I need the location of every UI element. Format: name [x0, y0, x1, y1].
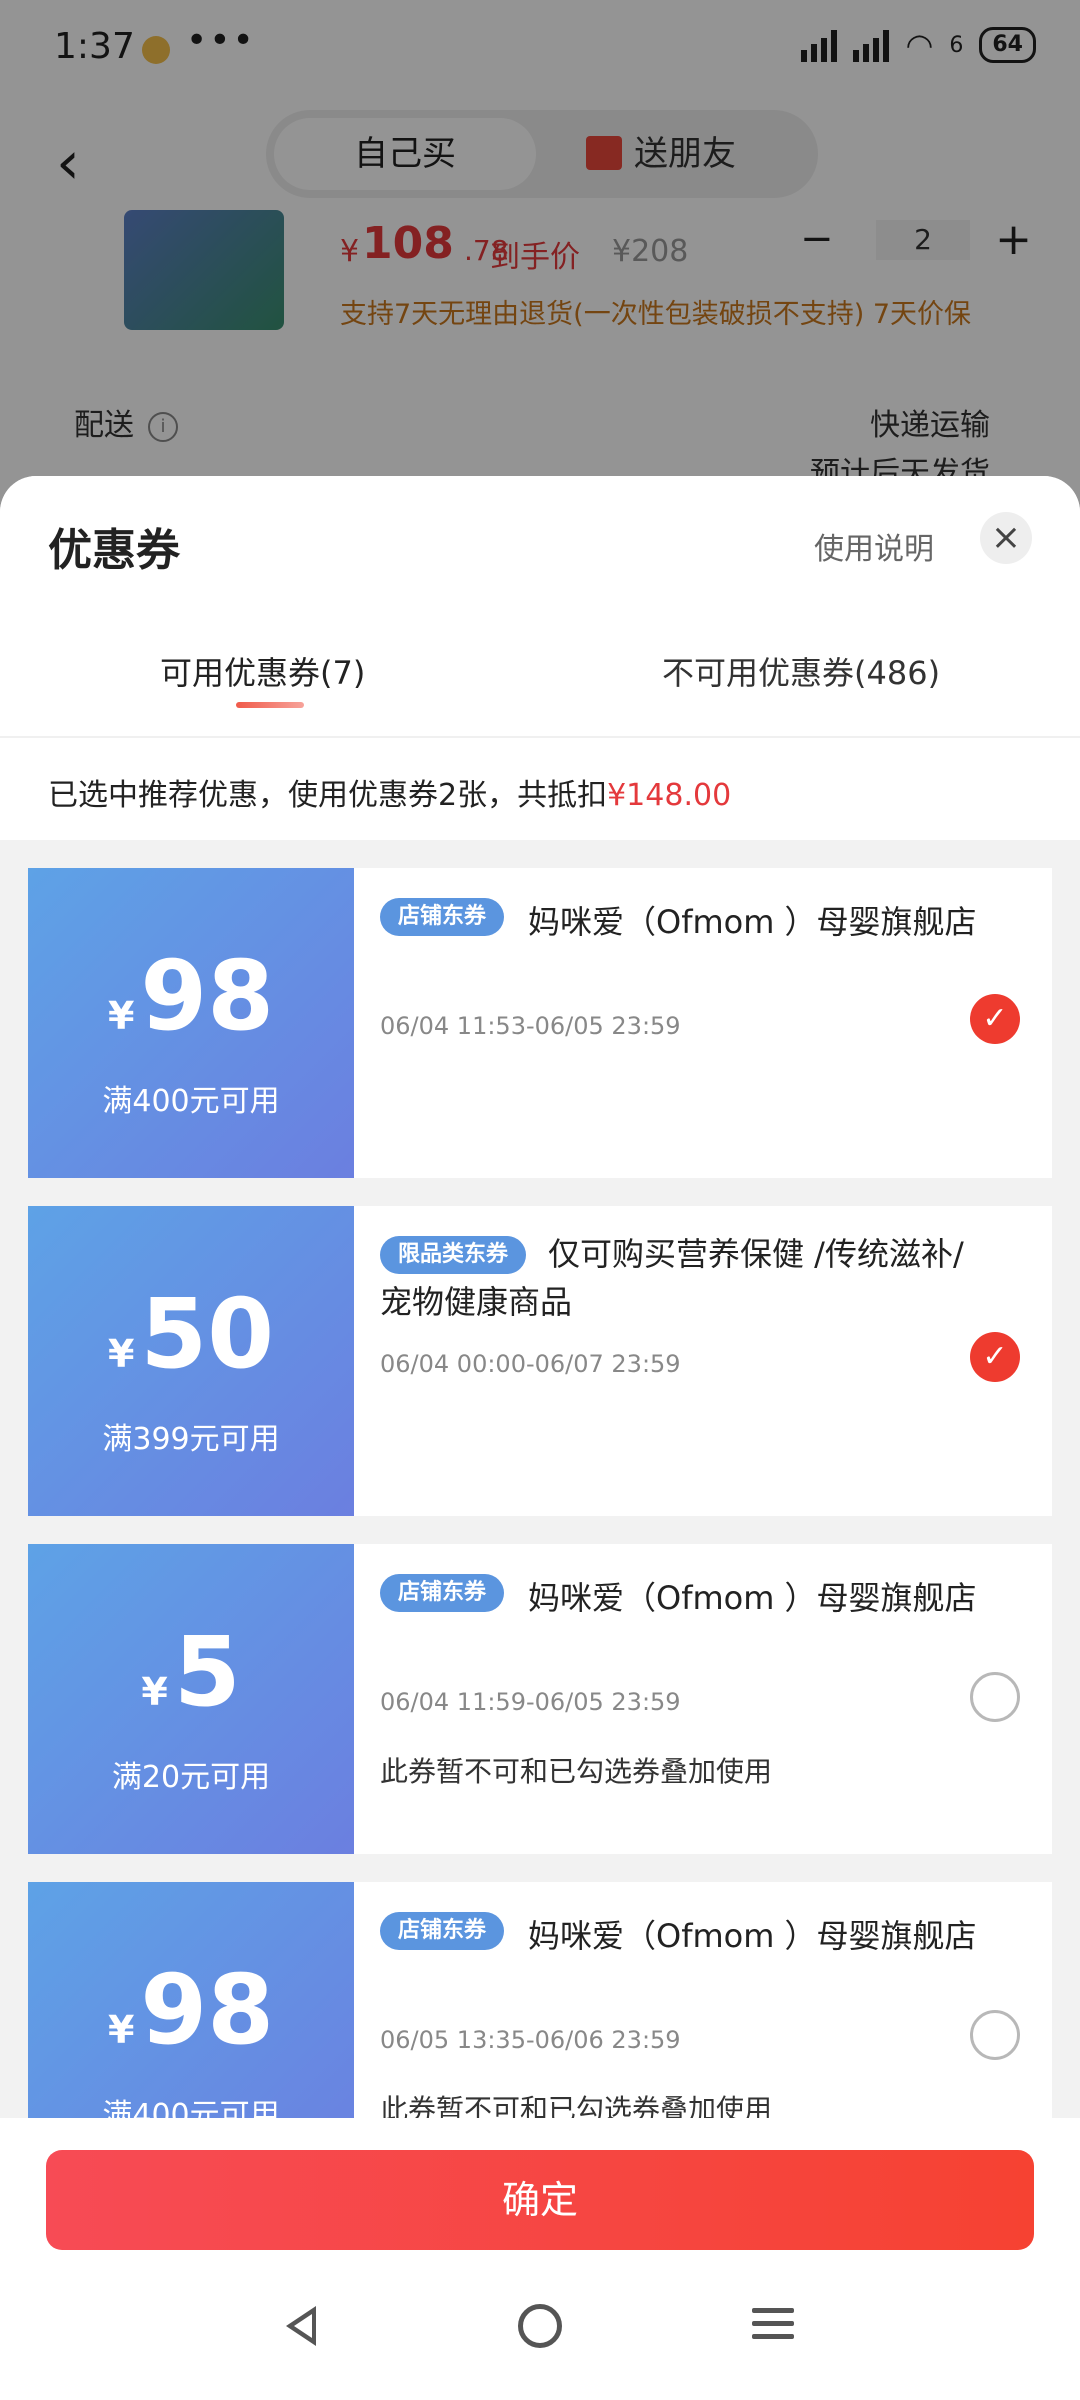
- coupon-amount: ¥5: [28, 1622, 354, 1742]
- coupon-condition: 满20元可用: [111, 1760, 271, 1795]
- summary-text: 已选中推荐优惠，使用优惠券2张，共抵扣: [48, 778, 608, 813]
- coupon-card[interactable]: ¥50 满399元可用 限品类东券 仅可购买营养保健 /传统滋补/宠物健康商品 …: [22, 1206, 1052, 1516]
- confirm-button[interactable]: 确定: [46, 2150, 1034, 2250]
- tab-unavailable-coupons[interactable]: 不可用优惠券(486): [662, 648, 940, 694]
- background-page: 1:37 ••• ◠ 6 64 ‹ 自己买 送朋友 ¥ 108 .78 到手价 …: [0, 0, 1080, 520]
- coupon-amount-value: 98: [140, 1954, 275, 2066]
- checked-icon[interactable]: ✓: [970, 994, 1020, 1044]
- coupon-tag: 店铺东券: [380, 1574, 505, 1612]
- coupon-amount-value: 5: [173, 1616, 241, 1728]
- coupon-currency: ¥: [107, 2008, 135, 2052]
- modal-overlay[interactable]: [0, 0, 1080, 520]
- coupon-validity: 06/05 13:35-06/06 23:59: [380, 2026, 681, 2054]
- coupon-currency: ¥: [141, 1670, 168, 1714]
- unchecked-icon[interactable]: [970, 1672, 1020, 1722]
- coupon-tag: 店铺东券: [380, 1912, 505, 1950]
- unchecked-icon[interactable]: [970, 2010, 1020, 2060]
- nav-menu-icon[interactable]: [752, 2308, 794, 2347]
- coupon-shop: 妈咪爱（Ofmom ）母婴旗舰店: [528, 1917, 977, 1955]
- nav-back-icon[interactable]: [286, 2306, 316, 2346]
- coupon-validity: 06/04 00:00-06/07 23:59: [380, 1350, 681, 1378]
- checked-icon[interactable]: ✓: [970, 1332, 1020, 1382]
- usage-instructions-link[interactable]: 使用说明: [814, 524, 934, 568]
- coupon-validity: 06/04 11:59-06/05 23:59: [380, 1688, 681, 1716]
- coupon-validity: 06/04 11:53-06/05 23:59: [380, 1012, 681, 1040]
- nav-home-icon[interactable]: [518, 2304, 562, 2348]
- coupon-note: 此券暂不可和已勾选券叠加使用: [380, 1755, 773, 1788]
- coupon-amount: ¥98: [28, 946, 354, 1066]
- coupon-currency: ¥: [107, 994, 135, 1038]
- coupon-value-panel: ¥98 满400元可用: [22, 868, 354, 1178]
- coupon-amount: ¥50: [28, 1284, 354, 1404]
- sheet-header: 优惠券 使用说明 × 可用优惠券(7) 不可用优惠券(486) 已选中推荐优惠，…: [0, 476, 1080, 840]
- coupon-amount-value: 98: [140, 940, 275, 1052]
- coupon-card[interactable]: ¥5 满20元可用 店铺东券 妈咪爱（Ofmom ）母婴旗舰店 06/04 11…: [22, 1544, 1052, 1854]
- summary-amount: ¥148.00: [607, 778, 732, 813]
- coupon-condition: 满400元可用: [102, 1084, 280, 1119]
- footer: 确定: [0, 2118, 1080, 2400]
- coupon-shop: 仅可购买营养保健 /传统滋补/宠物健康商品: [380, 1235, 964, 1321]
- divider: [0, 736, 1080, 738]
- coupon-amount-value: 50: [140, 1278, 275, 1390]
- selection-summary: 已选中推荐优惠，使用优惠券2张，共抵扣¥148.00: [48, 770, 731, 814]
- coupon-tag: 店铺东券: [380, 898, 505, 936]
- coupon-shop: 妈咪爱（Ofmom ）母婴旗舰店: [528, 903, 977, 941]
- coupon-sheet: 优惠券 使用说明 × 可用优惠券(7) 不可用优惠券(486) 已选中推荐优惠，…: [0, 476, 1080, 2400]
- tab-available-coupons[interactable]: 可用优惠券(7): [160, 648, 365, 694]
- coupon-shop: 妈咪爱（Ofmom ）母婴旗舰店: [528, 1579, 977, 1617]
- coupon-card[interactable]: ¥98 满400元可用 店铺东券 妈咪爱（Ofmom ）母婴旗舰店 06/04 …: [22, 868, 1052, 1178]
- coupon-currency: ¥: [107, 1332, 135, 1376]
- close-icon[interactable]: ×: [980, 512, 1032, 564]
- coupon-amount: ¥98: [28, 1960, 354, 2080]
- coupon-condition: 满399元可用: [102, 1422, 280, 1457]
- coupon-value-panel: ¥50 满399元可用: [22, 1206, 354, 1516]
- sheet-title: 优惠券: [48, 525, 180, 576]
- coupon-value-panel: ¥5 满20元可用: [22, 1544, 354, 1854]
- active-tab-indicator: [236, 702, 304, 708]
